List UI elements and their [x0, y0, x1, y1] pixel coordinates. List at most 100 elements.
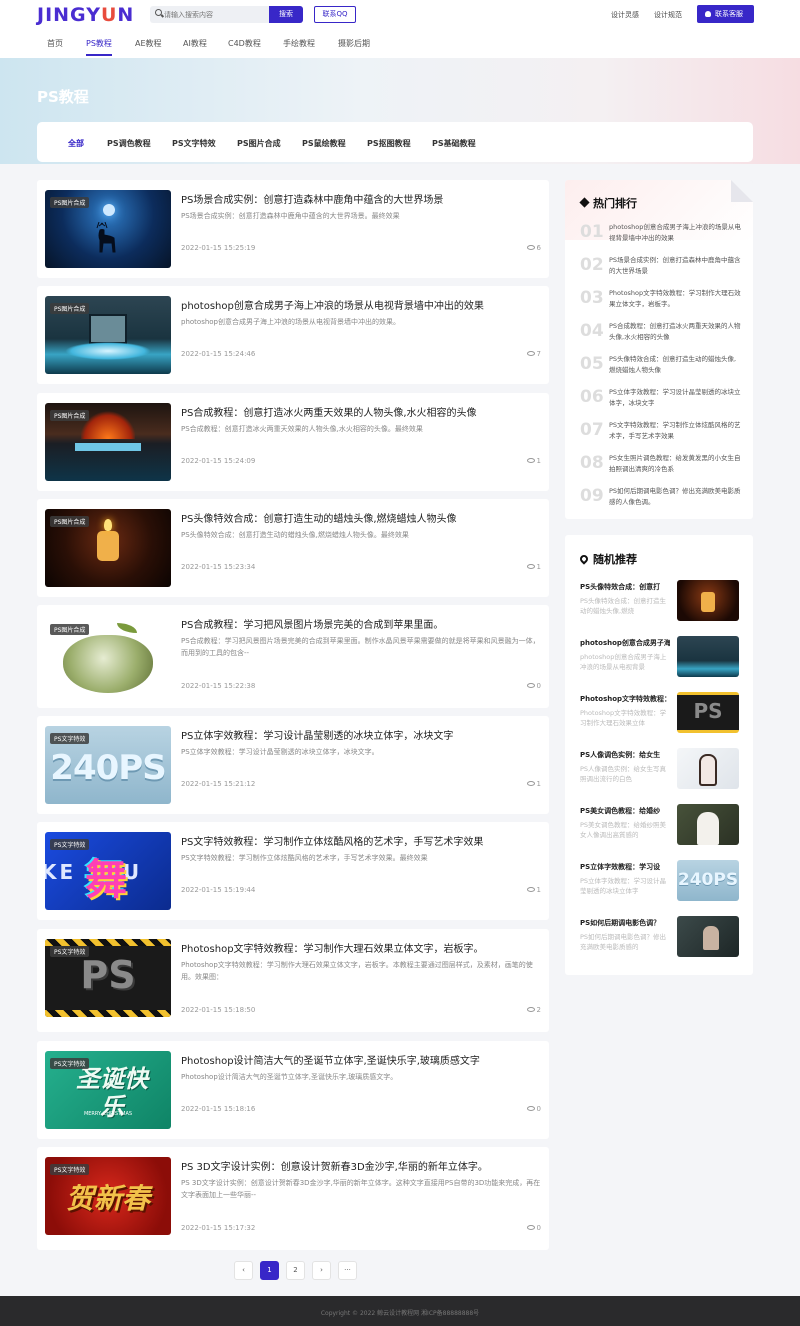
- recommend-item-title[interactable]: Photoshop文字特效教程：: [580, 694, 670, 704]
- article-excerpt: Photoshop设计简洁大气的圣诞节立体字,圣诞快乐字,玻璃质感文字。: [181, 1073, 398, 1081]
- eye-icon: [526, 1225, 535, 1230]
- recommend-thumbnail[interactable]: PS: [677, 692, 739, 733]
- recommend-thumbnail[interactable]: [677, 748, 739, 789]
- rank-item[interactable]: PS立体字效教程：学习设计晶莹剔透的冰块立体字，冰块文字: [609, 387, 741, 409]
- article-thumbnail[interactable]: PS PS文字特效: [45, 939, 171, 1017]
- article-thumbnail[interactable]: KE YOU 舞 PS文字特效: [45, 832, 171, 910]
- recommend-item-title[interactable]: PS立体字效教程：学习设: [580, 862, 670, 872]
- rank-number: 09: [580, 486, 604, 506]
- tab-ps-text-effects[interactable]: PS文字特效: [172, 138, 216, 149]
- nav-ps[interactable]: PS教程: [86, 38, 112, 49]
- tab-ps-color[interactable]: PS调色教程: [107, 138, 151, 149]
- prev-page-button[interactable]: ‹: [234, 1261, 253, 1280]
- article-title[interactable]: PS合成教程：学习把风景图片场景完美的合成到苹果里面。: [181, 616, 443, 631]
- article-title[interactable]: Photoshop设计简洁大气的圣诞节立体字,圣诞快乐字,玻璃质感文字: [181, 1052, 480, 1067]
- recommend-item-desc: PS如何后期调电影色调？修出充满欧美电影质感的: [580, 933, 667, 951]
- article-title[interactable]: Photoshop文字特效教程：学习制作大理石效果立体文字，岩板字。: [181, 940, 484, 955]
- recommend-item-title[interactable]: PS人像调色实例：给女生: [580, 750, 670, 760]
- article-thumbnail[interactable]: 圣诞快乐 MERRY CHRISTMAS PS文字特效: [45, 1051, 171, 1129]
- article-card[interactable]: 圣诞快乐 MERRY CHRISTMAS PS文字特效 Photoshop设计简…: [37, 1041, 549, 1139]
- nav-c4d[interactable]: C4D教程: [228, 38, 261, 49]
- nav-ai[interactable]: AI教程: [183, 38, 207, 49]
- recommend-thumbnail[interactable]: [677, 636, 739, 677]
- article-card[interactable]: PS PS文字特效 Photoshop文字特效教程：学习制作大理石效果立体文字，…: [37, 929, 549, 1032]
- recommend-item-title[interactable]: PS头像特效合成：创意打: [580, 582, 670, 592]
- rank-item[interactable]: PS头像特效合成：创意打造生动的蜡烛头像,燃烧蜡烛人物头像: [609, 354, 741, 376]
- rank-item[interactable]: PS如何后期调电影色调？修出充满欧美电影质感的人像色调。: [609, 486, 741, 508]
- article-card[interactable]: PS图片合成 photoshop创意合成男子海上冲浪的场景从电视背景墙中冲出的效…: [37, 286, 549, 384]
- article-date: 2022-01-15 15:18:50: [181, 1006, 256, 1014]
- recommend-item-title[interactable]: photoshop创意合成男子海: [580, 638, 670, 648]
- article-thumbnail[interactable]: PS图片合成: [45, 190, 171, 268]
- nav-home[interactable]: 首页: [47, 38, 63, 49]
- customer-service-button[interactable]: 联系客服: [697, 5, 754, 23]
- tab-ps-compositing[interactable]: PS图片合成: [237, 138, 281, 149]
- article-card[interactable]: PS图片合成 PS场景合成实例：创意打造森林中鹿角中蕴含的大世界场景 PS场景合…: [37, 180, 549, 278]
- rank-number: 08: [580, 453, 604, 473]
- page-1-button[interactable]: 1: [260, 1261, 279, 1280]
- logo[interactable]: JINGYUN: [37, 4, 134, 26]
- article-title[interactable]: PS 3D文字设计实例：创意设计贺新春3D金沙字,华丽的新年立体字。: [181, 1158, 488, 1173]
- article-card[interactable]: PS图片合成 PS合成教程：学习把风景图片场景完美的合成到苹果里面。 PS合成教…: [37, 605, 549, 708]
- article-thumbnail[interactable]: PS图片合成: [45, 509, 171, 587]
- article-excerpt: PS场景合成实例：创意打造森林中鹿角中蕴含的大世界场景。最终效果: [181, 212, 400, 220]
- flame-graphic: [104, 519, 112, 531]
- article-title[interactable]: PS头像特效合成：创意打造生动的蜡烛头像,燃烧蜡烛人物头像: [181, 510, 457, 525]
- recommend-thumbnail[interactable]: [677, 916, 739, 957]
- recommend-item-title[interactable]: PS美女调色教程：给婚纱: [580, 806, 670, 816]
- link-standards[interactable]: 设计规范: [654, 10, 682, 20]
- next-page-button[interactable]: ›: [312, 1261, 331, 1280]
- tab-ps-painting[interactable]: PS鼠绘教程: [302, 138, 346, 149]
- fire-graphic: [81, 411, 135, 439]
- search-button[interactable]: 搜索: [269, 6, 303, 23]
- article-card[interactable]: PS图片合成 PS头像特效合成：创意打造生动的蜡烛头像,燃烧蜡烛人物头像 PS头…: [37, 499, 549, 597]
- rank-item[interactable]: Photoshop文字特效教程：学习制作大理石效果立体文字，岩板字。: [609, 288, 741, 310]
- rank-item[interactable]: PS场景合成实例：创意打造森林中鹿角中蕴含的大世界场景: [609, 255, 741, 277]
- nav-drawing[interactable]: 手绘教程: [283, 38, 315, 49]
- article-title[interactable]: PS场景合成实例：创意打造森林中鹿角中蕴含的大世界场景: [181, 191, 443, 206]
- recommend-item-title[interactable]: PS如何后期调电影色调？: [580, 918, 670, 928]
- more-pages-button[interactable]: ···: [338, 1261, 357, 1280]
- recommend-thumbnail[interactable]: [677, 804, 739, 845]
- rank-item[interactable]: photoshop创意合成男子海上冲浪的场景从电视背景墙中冲出的效果: [609, 222, 741, 244]
- hot-ranking-panel: 热门排行 01 photoshop创意合成男子海上冲浪的场景从电视背景墙中冲出的…: [565, 180, 753, 519]
- page-2-button[interactable]: 2: [286, 1261, 305, 1280]
- article-views: 0: [526, 1224, 541, 1232]
- article-card[interactable]: PS图片合成 PS合成教程：创意打造冰火两重天效果的人物头像,水火相容的头像 P…: [37, 393, 549, 491]
- link-inspiration[interactable]: 设计灵感: [611, 10, 639, 20]
- logo-accent: U: [100, 4, 118, 26]
- tab-ps-basics[interactable]: PS基础教程: [432, 138, 476, 149]
- logo-tail: N: [117, 4, 135, 26]
- tab-all[interactable]: 全部: [68, 138, 84, 149]
- recommend-thumbnail[interactable]: [677, 580, 739, 621]
- corner-fold: [731, 180, 753, 202]
- article-thumbnail[interactable]: 240PS PS文字特效: [45, 726, 171, 804]
- apple-graphic: [63, 635, 153, 693]
- article-title[interactable]: PS合成教程：创意打造冰火两重天效果的人物头像,水火相容的头像: [181, 404, 477, 419]
- article-card[interactable]: KE YOU 舞 PS文字特效 PS文字特效教程：学习制作立体炫酷风格的艺术字，…: [37, 822, 549, 920]
- eye-icon: [526, 458, 535, 463]
- search-input[interactable]: [164, 8, 264, 21]
- article-thumbnail[interactable]: PS图片合成: [45, 296, 171, 374]
- nav-ae[interactable]: AE教程: [135, 38, 162, 49]
- article-title[interactable]: PS文字特效教程：学习制作立体炫酷风格的艺术字，手写艺术字效果: [181, 833, 483, 848]
- article-card[interactable]: 贺新春 PS文字特效 PS 3D文字设计实例：创意设计贺新春3D金沙字,华丽的新…: [37, 1147, 549, 1250]
- footer: Copyright © 2022 鲸云设计教程网 湘ICP备88888888号: [0, 1296, 800, 1326]
- recommend-thumbnail[interactable]: 240PS: [677, 860, 739, 901]
- article-thumbnail[interactable]: PS图片合成: [45, 617, 171, 695]
- article-title[interactable]: photoshop创意合成男子海上冲浪的场景从电视背景墙中冲出的效果: [181, 297, 484, 312]
- moon-graphic: [103, 204, 115, 216]
- article-views: 0: [526, 1105, 541, 1113]
- tab-ps-cutout[interactable]: PS抠图教程: [367, 138, 411, 149]
- recommend-item-desc: photoshop创意合成男子海上冲浪的场景从电视背景: [580, 653, 667, 671]
- article-thumbnail[interactable]: PS图片合成: [45, 403, 171, 481]
- article-card[interactable]: 240PS PS文字特效 PS立体字效教程：学习设计晶莹剔透的冰块立体字，冰块文…: [37, 716, 549, 814]
- article-thumbnail[interactable]: 贺新春 PS文字特效: [45, 1157, 171, 1235]
- article-title[interactable]: PS立体字效教程：学习设计晶莹剔透的冰块立体字，冰块文字: [181, 727, 453, 742]
- category-tag: PS图片合成: [50, 410, 90, 421]
- rank-item[interactable]: PS合成教程：创意打造冰火两重天效果的人物头像,水火相容的头像: [609, 321, 741, 343]
- rank-item[interactable]: PS文字特效教程：学习制作立体炫酷风格的艺术字，手写艺术字效果: [609, 420, 741, 442]
- nav-photography[interactable]: 摄影后期: [338, 38, 370, 49]
- rank-item[interactable]: PS女生照片调色教程：给发黄发黑的小女生自拍照调出清爽的冷色系: [609, 453, 741, 475]
- contact-qq-button[interactable]: 联系QQ: [314, 6, 356, 23]
